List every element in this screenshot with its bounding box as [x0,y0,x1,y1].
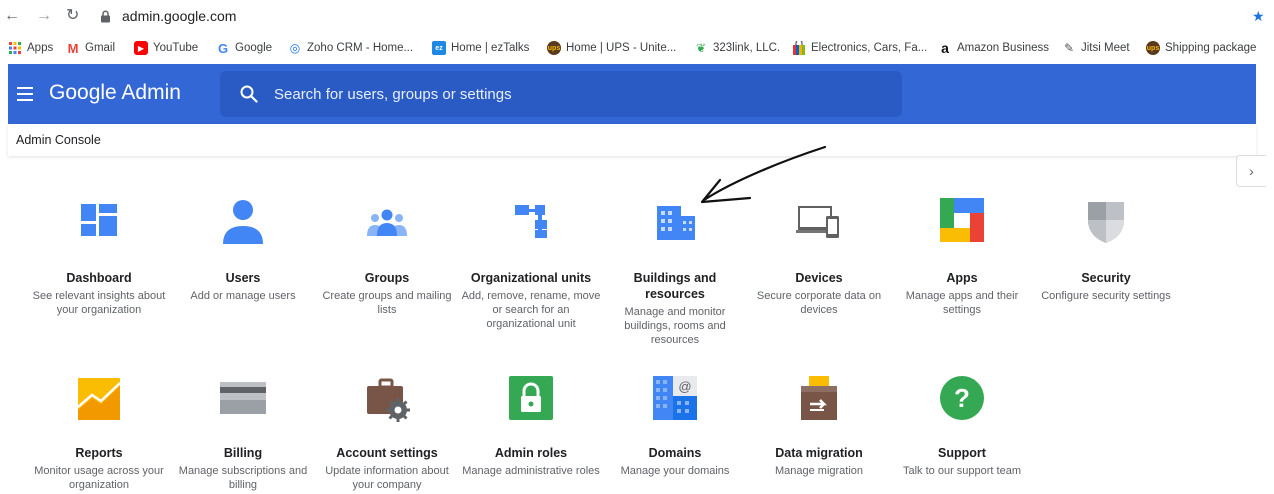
bookmark-youtube[interactable]: ▶ YouTube [134,34,198,62]
briefcase-gear-icon [367,378,410,422]
bookmarks-bar: Apps M Gmail ▶ YouTube G Google ◎ Zoho C… [0,34,1274,62]
hamburger-menu-icon[interactable] [17,87,33,101]
tile-domains[interactable]: @ Domains Manage your domains [605,374,745,494]
admin-header: Google Admin [8,64,1256,124]
youtube-icon: ▶ [134,41,148,55]
gmail-icon: M [67,40,79,56]
search-input[interactable] [274,71,884,117]
bookmark-323link[interactable]: ❦ 323link, LLC. [694,34,780,62]
tile-organizational-units[interactable]: Organizational units Add, remove, rename… [461,196,601,336]
ups-icon: ups [1146,41,1160,55]
tile-reports[interactable]: Reports Monitor usage across your organi… [29,374,169,494]
lock-icon [101,10,110,23]
forward-icon[interactable]: → [36,6,52,26]
lock-icon [509,376,553,420]
jitsi-icon: ✎ [1063,41,1075,55]
bookmark-amazon-business[interactable]: a Amazon Business [938,34,1049,62]
bookmark-jitsi[interactable]: ✎ Jitsi Meet [1062,34,1130,62]
tile-billing[interactable]: Billing Manage subscriptions and billing [173,374,313,494]
eztalks-icon: ez [432,41,446,55]
url-text[interactable]: admin.google.com [122,8,236,24]
tile-dashboard[interactable]: Dashboard See relevant insights about yo… [29,196,169,326]
bookmark-zoho[interactable]: ◎ Zoho CRM - Home... [288,34,413,62]
user-icon [223,200,263,244]
org-units-icon [515,205,547,238]
bookmark-shipping[interactable]: ups Shipping package [1146,34,1256,62]
ups-icon: ups [547,41,561,55]
amazon-icon: a [941,40,949,56]
shield-icon [1088,202,1124,243]
svg-text:@: @ [678,379,691,394]
zoho-icon: ◎ [289,41,301,55]
apps-icon [940,198,984,242]
bookmark-electronics[interactable]: Electronics, Cars, Fa... [792,34,927,62]
annotation-arrow [700,145,827,204]
groups-icon [367,209,407,236]
ebay-bag-icon [792,41,806,55]
google-icon: G [217,40,229,56]
tile-data-migration[interactable]: Data migration Manage migration [749,374,889,494]
brand-title[interactable]: Google Admin [49,81,181,105]
apps-grid-icon [8,41,22,55]
bookmark-ups[interactable]: ups Home | UPS - Unite... [547,34,676,62]
page-title: Admin Console [16,133,101,147]
tile-account-settings[interactable]: Account settings Update information abou… [317,374,457,494]
migration-box-icon [801,376,837,420]
svg-text:?: ? [954,383,970,413]
leaf-icon: ❦ [695,41,707,55]
tile-apps[interactable]: Apps Manage apps and their settings [892,196,1032,326]
bookmark-google[interactable]: G Google [216,34,272,62]
search-icon [240,85,258,103]
tile-users[interactable]: Users Add or manage users [173,196,313,326]
tile-groups[interactable]: Groups Create groups and mailing lists [317,196,457,326]
bookmark-star-icon[interactable]: ★ [1252,8,1265,25]
back-icon[interactable]: ← [4,6,20,26]
breadcrumb: Admin Console [8,124,1256,156]
help-icon: ? [940,376,984,420]
tile-admin-roles[interactable]: Admin roles Manage administrative roles [461,374,601,494]
chevron-right-icon[interactable]: › [1236,155,1266,187]
tile-security[interactable]: Security Configure security settings [1036,196,1176,326]
browser-address-bar: ← → ↻ admin.google.com ★ [0,0,1274,34]
credit-card-icon [220,382,266,414]
domains-icon: @ [653,376,697,420]
search-box[interactable] [220,71,902,117]
reports-chart-icon [77,378,121,420]
tile-support[interactable]: ? Support Talk to our support team [892,374,1032,494]
bookmark-gmail[interactable]: M Gmail [66,34,115,62]
bookmark-eztalks[interactable]: ez Home | ezTalks [432,34,529,62]
reload-icon[interactable]: ↻ [66,6,79,26]
bookmark-apps[interactable]: Apps [8,34,53,62]
dashboard-icon [81,204,117,236]
